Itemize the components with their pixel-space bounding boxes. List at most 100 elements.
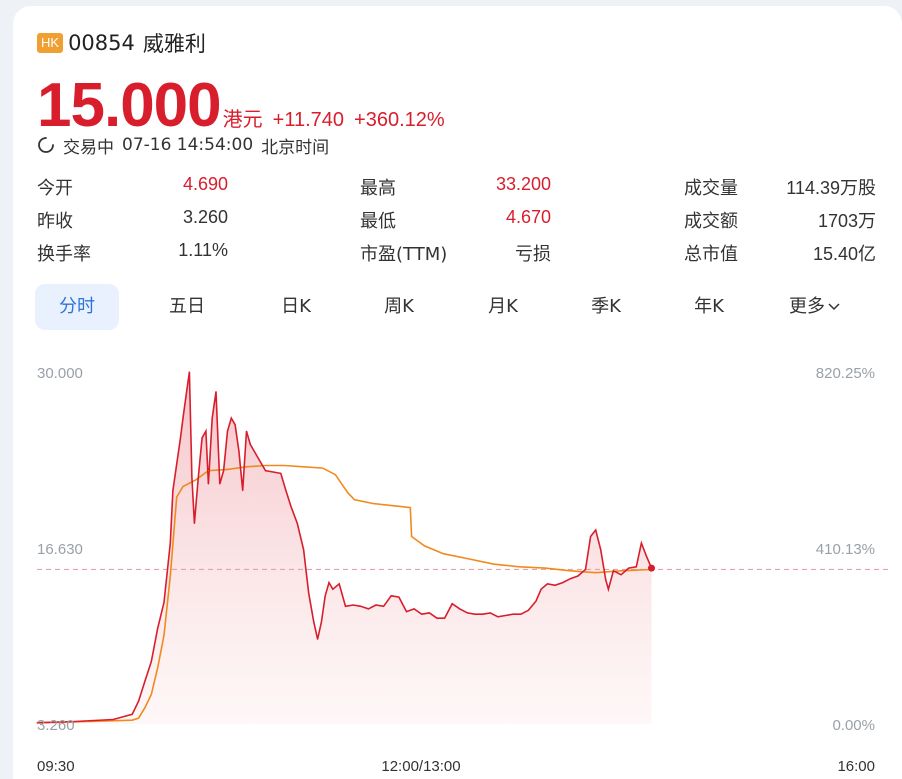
price-point [474,613,476,615]
average-point [544,567,546,569]
y-axis-left-tick: 3.260 [37,717,75,734]
price-point [74,720,76,723]
tab-2[interactable]: 日K [256,284,336,330]
price-point [444,617,446,619]
average-point [468,558,470,560]
average-point [87,721,89,722]
price-point [296,522,298,524]
average-point [341,483,343,485]
price-point [285,489,287,492]
tab-1[interactable]: 五日 [147,284,227,330]
y-axis-left-tick: 16.630 [37,541,83,558]
price-point [112,718,114,721]
price-point [131,713,133,715]
average-point [131,719,133,721]
price-point [497,616,499,618]
price-point [640,542,643,544]
stat-value: 3.260 [182,207,228,227]
tab-6[interactable]: 年K [669,284,749,330]
price-point [157,628,159,630]
stat-value: 4.690 [182,174,228,194]
stock-header: HK 00854 威雅利 [37,28,206,58]
average-point [163,634,165,636]
price-point [546,583,549,585]
average-point [182,486,184,487]
status-timezone: 北京时间 [261,137,330,158]
y-axis-right-tick: 410.13% [816,541,875,558]
tab-5[interactable]: 季K [566,284,646,330]
price-point [308,592,310,594]
tab-7[interactable]: 更多 [775,284,855,330]
average-point [398,505,400,507]
tab-3[interactable]: 周K [359,284,439,330]
average-point [620,570,622,572]
price-point [520,613,522,615]
price-point [428,612,430,614]
intraday-chart[interactable]: 30.000 16.630 3.260 820.25% 410.13% 0.00% 09:3… [13,336,902,779]
tab-label: 月K [488,296,518,317]
price-point [367,608,369,610]
chevron-down-icon [828,303,840,311]
price-point [466,612,468,614]
price-point [383,605,385,607]
price-point [249,443,251,445]
average-point [493,563,495,565]
tab-4[interactable]: 月K [463,284,543,330]
tab-label: 季K [591,296,621,317]
price-point [398,596,400,598]
price-point [169,542,171,544]
price-point [620,574,622,576]
price-point [344,605,347,607]
average-point [144,707,146,709]
price-unit: 港元 [222,107,263,131]
stat-label: 成交额 [684,211,738,232]
price-area-fill [37,372,652,724]
tab-label: 年K [694,296,724,317]
price-point [211,417,213,419]
average-point [246,466,247,468]
average-point [169,575,171,577]
price-point [607,588,610,590]
tab-label: 周K [384,296,414,317]
stat-label: 最高 [360,178,396,199]
last-price: 15.000 [37,71,222,140]
price-point [176,463,178,465]
price-point [512,613,514,615]
price-point [320,621,322,623]
price-point [375,604,377,606]
chart-period-tabs: 分时 五日 日K 周K 月K 季K 年K 更多 [35,284,885,330]
price-point [562,582,564,584]
price-point [584,568,587,571]
x-axis-tick: 16:00 [837,758,875,775]
average-point [265,465,266,466]
stat-value: 114.39万股 [786,178,876,198]
average-point [353,499,355,501]
price-point [569,578,571,580]
price-point [264,470,267,472]
price-point [590,535,592,538]
price-point [459,608,461,610]
price-point [635,566,637,568]
price-point [421,613,423,615]
y-axis-right-tick: 820.25% [816,365,875,382]
market-badge: HK [37,33,64,53]
price-point [303,549,305,551]
tab-0[interactable]: 分时 [35,284,119,330]
stat-label: 今开 [37,178,73,199]
stat-value: 15.40亿 [812,244,876,264]
average-point [442,553,444,555]
tab-label: 更多 [789,296,825,317]
price-point [338,583,340,585]
price-point [390,595,392,597]
price-point [577,575,579,577]
x-axis-tick: 12:00/13:00 [381,758,460,775]
price-point [163,601,165,603]
price-change-pct: +360.12% [354,109,445,131]
tab-label: 五日 [169,296,205,317]
price-point [215,391,217,393]
average-point [569,570,571,572]
price-point [360,605,362,607]
average-point [207,470,209,472]
price-point [313,621,315,623]
stat-value: 33.200 [495,174,551,194]
